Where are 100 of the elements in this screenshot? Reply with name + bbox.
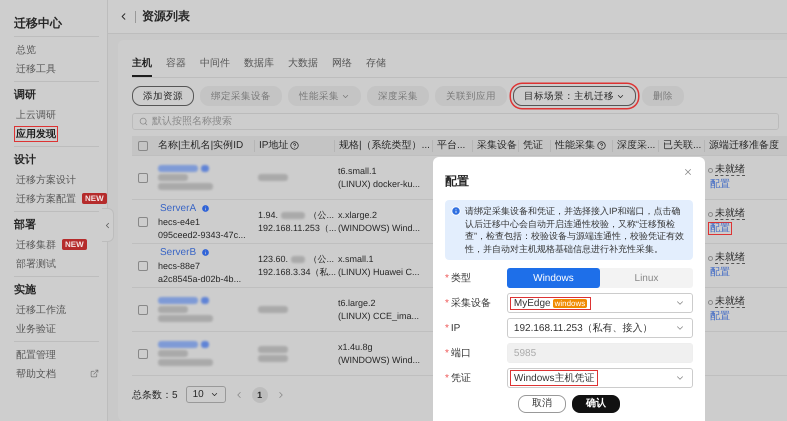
sidebar-item[interactable]: 迁移方案设计 — [14, 172, 78, 188]
checkbox[interactable] — [138, 140, 148, 150]
status-icon — [708, 212, 713, 216]
spec-text: t6.small.1 — [338, 166, 378, 176]
tab[interactable]: 主机 — [132, 52, 152, 77]
redacted-text — [158, 341, 198, 348]
search-input[interactable]: 默认按照名称搜索 — [152, 116, 778, 127]
toolbar-button[interactable]: 添加资源 — [132, 86, 194, 106]
total-count: 总条数：5 — [132, 388, 178, 402]
sidebar-item[interactable]: 上云调研 — [14, 106, 58, 122]
sidebar-item[interactable]: 帮助文档 — [14, 366, 58, 382]
dialog-title: 配置 — [445, 173, 470, 190]
redacted-text — [281, 212, 306, 218]
column-header: 采集设备 — [472, 140, 518, 152]
resource-link[interactable]: ServerB — [158, 246, 198, 259]
cancel-button[interactable]: 取消 — [518, 395, 566, 413]
redacted-text — [158, 306, 188, 313]
sidebar-item[interactable]: 应用发现 — [14, 126, 58, 142]
ip-text: 192.168.3.34（私... — [258, 266, 336, 278]
ip-text: （公... — [308, 254, 334, 264]
redacted-text — [158, 165, 198, 172]
info-icon — [201, 204, 210, 213]
page-size-select[interactable]: 10 — [186, 386, 226, 403]
tab[interactable]: 数据库 — [244, 52, 274, 77]
sidebar-item[interactable]: 业务验证 — [14, 320, 58, 336]
collapse-toggle[interactable] — [102, 208, 114, 242]
close-icon[interactable] — [683, 167, 693, 177]
field-label: 采集设备 — [450, 296, 492, 310]
spec-text: (WINDOWS) Wind... — [338, 354, 421, 366]
chevron-down-icon — [210, 390, 219, 399]
page-button[interactable]: 1 — [252, 386, 268, 402]
column-header: 凭证 — [518, 140, 550, 152]
spec-text: (WINDOWS) Wind... — [338, 222, 421, 234]
hostname-text: hecs-e4e1 — [158, 217, 202, 228]
configure-link[interactable]: 配置 — [708, 222, 732, 235]
spec-text: x.xlarge.2 — [338, 210, 378, 220]
status-text: 未就绪 — [715, 164, 745, 176]
spec-text: (LINUX) Huawei C... — [338, 266, 421, 278]
checkbox[interactable] — [138, 260, 148, 270]
checkbox[interactable] — [138, 172, 148, 182]
spec-text: (LINUX) CCE_ima... — [338, 310, 420, 322]
tab[interactable]: 大数据 — [288, 52, 318, 77]
checkbox[interactable] — [138, 304, 148, 314]
redacted-text — [291, 256, 306, 262]
sidebar-item[interactable]: 配置管理 — [14, 346, 58, 362]
sidebar-item[interactable]: 迁移工具 — [14, 60, 58, 76]
instance-id-text: 095ceed2-9343-47c... — [158, 230, 247, 241]
select-field[interactable]: Windows主机凭证 — [506, 368, 693, 388]
sidebar-item[interactable]: 总览 — [14, 42, 38, 58]
status-text: 未就绪 — [715, 252, 745, 264]
checkbox[interactable] — [138, 216, 148, 226]
field-label: 端口 — [450, 346, 472, 360]
required-mark: * — [445, 348, 449, 358]
redacted-text — [201, 297, 209, 304]
hostname-text: hecs-88e7 — [158, 261, 202, 272]
search-field[interactable]: 默认按照名称搜索 — [132, 113, 779, 130]
type-option[interactable]: Windows — [506, 268, 600, 288]
redacted-text — [158, 315, 213, 322]
redacted-text — [158, 174, 188, 181]
redacted-text — [258, 306, 288, 313]
field-label: IP — [450, 322, 462, 334]
info-icon — [201, 248, 210, 257]
type-option[interactable]: Linux — [600, 268, 693, 288]
chevron-left-icon — [103, 220, 112, 230]
status-text: 未就绪 — [715, 296, 745, 308]
redacted-text — [201, 165, 209, 172]
info-icon — [451, 206, 461, 216]
tab[interactable]: 网络 — [332, 52, 352, 77]
confirm-button[interactable]: 确认 — [572, 395, 620, 413]
new-badge: NEW — [62, 239, 87, 250]
required-mark: * — [445, 322, 449, 334]
redacted-text — [158, 350, 188, 357]
select-field[interactable]: 192.168.11.253（私有、接入） — [506, 318, 693, 338]
select-field[interactable]: MyEdge windows — [506, 293, 693, 313]
configure-link[interactable]: 配置 — [708, 266, 732, 279]
sidebar-item[interactable]: 迁移集群 — [14, 236, 58, 252]
checkbox[interactable] — [138, 348, 148, 358]
sidebar-item[interactable]: 迁移方案配置 — [14, 190, 78, 206]
field-label: 类型 — [450, 272, 472, 285]
status-icon — [708, 300, 713, 304]
redacted-text — [158, 359, 213, 366]
section-heading: 部署 — [14, 218, 37, 233]
ip-text: （公... — [308, 210, 334, 220]
column-header: IP地址 — [254, 140, 334, 152]
status-icon — [708, 256, 713, 260]
redacted-text — [201, 341, 209, 348]
info-text: 请绑定采集设备和凭证，并选择接入IP和端口，点击确认后迁移中心会自动开启连通性校验，又称“迁移预检查”，检查包括：校验设备与源端连通性，校验凭证有效性，并自动对主机规格基础信息进行补充性采集。 — [465, 205, 685, 255]
sidebar-item[interactable]: 迁移工作流 — [14, 302, 68, 318]
spec-text: x1.4u.8g — [338, 342, 374, 352]
tab[interactable]: 中间件 — [200, 52, 230, 77]
resource-link[interactable]: ServerA — [158, 202, 198, 215]
section-heading: 调研 — [14, 88, 37, 103]
tab[interactable]: 容器 — [166, 52, 186, 77]
search-icon — [139, 117, 148, 126]
sidebar-item[interactable]: 部署测试 — [14, 256, 58, 272]
tab[interactable]: 存储 — [366, 52, 386, 77]
configure-link[interactable]: 配置 — [708, 178, 732, 191]
external-link-icon — [90, 369, 99, 378]
configure-link[interactable]: 配置 — [708, 310, 732, 323]
section-heading: 设计 — [14, 152, 37, 168]
